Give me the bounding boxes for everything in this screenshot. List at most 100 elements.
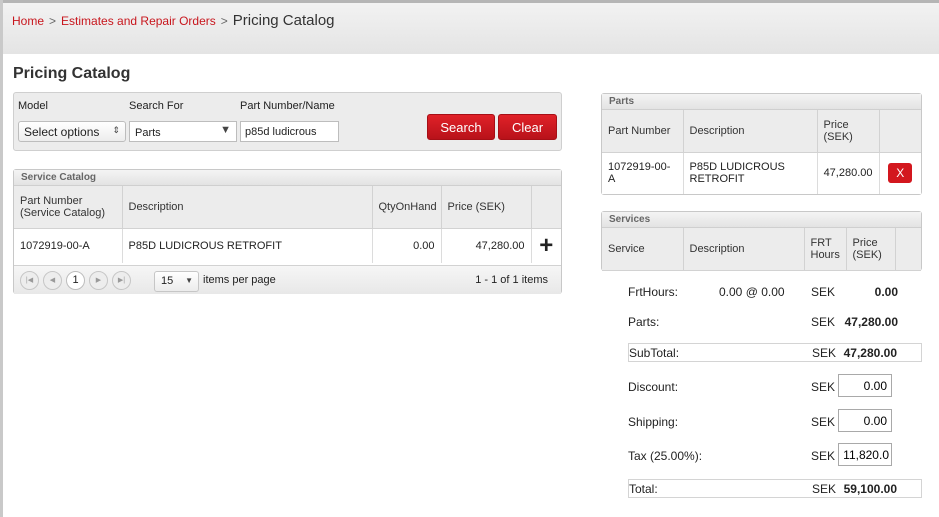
table-header-row: Service Description FRT Hours Price (SEK… (602, 228, 921, 271)
table-row[interactable]: 1072919-00-A P85D LUDICROUS RETROFIT 0.0… (14, 228, 561, 263)
currency-label: SEK (812, 482, 837, 496)
search-for-select[interactable]: Parts ▼ (129, 121, 237, 142)
subtotal-value: 47,280.00 (843, 346, 897, 360)
top-bar: Home > Estimates and Repair Orders > Pricing… (3, 0, 939, 54)
totals-discount-row: Discount: SEK (628, 374, 922, 397)
column-header-frt-hours[interactable]: FRT Hours (804, 228, 847, 271)
column-header-service[interactable]: Service (602, 228, 684, 271)
totals-shipping-row: Shipping: SEK (628, 409, 922, 432)
cell-action: X (879, 152, 921, 194)
frt-hours-value: 0.00 (874, 285, 898, 299)
cell-price: 47,280.00 (441, 228, 532, 263)
currency-label: SEK (811, 315, 836, 329)
column-header-price[interactable]: Price (SEK) (846, 228, 896, 271)
part-number-input[interactable] (240, 121, 339, 142)
tax-input[interactable] (838, 443, 892, 466)
parts-total-value: 47,280.00 (844, 315, 898, 329)
cell-description: P85D LUDICROUS RETROFIT (683, 152, 818, 194)
next-page-icon[interactable]: ▶ (89, 271, 108, 290)
cell-part-number: 1072919-00-A (14, 228, 123, 263)
search-button[interactable]: Search (427, 114, 495, 140)
breadcrumb-home-link[interactable]: Home (12, 14, 44, 28)
dropdown-arrow-icon: ▼ (185, 276, 193, 285)
service-catalog-table: Part Number (Service Catalog) Descriptio… (14, 186, 561, 263)
remove-part-button[interactable]: X (888, 163, 913, 184)
search-for-label: Search For (129, 100, 184, 112)
page-size-select[interactable]: 15 ▼ (154, 271, 199, 292)
plus-icon[interactable]: + (531, 228, 561, 263)
grid-title: Service Catalog (14, 170, 561, 186)
table-header-row: Part Number (Service Catalog) Descriptio… (14, 186, 561, 229)
breadcrumb: Home > Estimates and Repair Orders > Pricing… (12, 12, 335, 29)
totals-tax-row: Tax (25.00%): SEK (628, 443, 922, 466)
last-page-icon[interactable]: ▶| (112, 271, 131, 290)
currency-label: SEK (811, 449, 836, 463)
total-value: 59,100.00 (843, 482, 897, 496)
shipping-input[interactable] (838, 409, 892, 432)
table-header-row: Part Number Description Price (SEK) (602, 110, 921, 153)
column-header-action (879, 110, 921, 153)
model-label: Model (18, 100, 48, 112)
breadcrumb-separator: > (220, 14, 228, 28)
model-select-value: Select options (24, 125, 100, 139)
frt-hours-rate: 0.00 @ 0.00 (719, 285, 785, 299)
current-page-button[interactable]: 1 (66, 271, 85, 290)
page-title: Pricing Catalog (13, 65, 131, 82)
breadcrumb-separator: > (49, 14, 57, 28)
clear-button[interactable]: Clear (498, 114, 557, 140)
column-header-part-number[interactable]: Part Number (602, 110, 684, 153)
totals-parts-row: Parts: SEK 47,280.00 (628, 313, 922, 332)
page-size-value: 15 (161, 275, 174, 287)
pager-summary: 1 - 1 of 1 items (475, 274, 548, 286)
discount-input[interactable] (838, 374, 892, 397)
service-catalog-grid: Service Catalog Part Number (Service Cat… (13, 169, 562, 294)
subtotal-label: SubTotal: (629, 346, 680, 360)
model-select[interactable]: Select options ⇕ (18, 121, 126, 142)
totals-total-row: Total: SEK 59,100.00 (628, 479, 922, 498)
currency-label: SEK (811, 285, 836, 299)
services-table: Service Description FRT Hours Price (SEK… (602, 228, 921, 271)
column-header-price[interactable]: Price (SEK) (441, 186, 532, 229)
left-border (0, 0, 3, 517)
shipping-label: Shipping: (628, 415, 679, 429)
total-label: Total: (629, 482, 658, 496)
column-header-description[interactable]: Description (683, 228, 805, 271)
totals-frt-row: FrtHours: 0.00 @ 0.00 SEK 0.00 (628, 283, 922, 302)
column-header-qty[interactable]: QtyOnHand (372, 186, 442, 229)
tax-label: Tax (25.00%): (628, 449, 703, 463)
cell-description: P85D LUDICROUS RETROFIT (122, 228, 373, 263)
column-header-action (895, 228, 921, 271)
column-header-description[interactable]: Description (122, 186, 373, 229)
search-for-value: Parts (135, 127, 161, 139)
breadcrumb-estimates-link[interactable]: Estimates and Repair Orders (61, 14, 216, 28)
part-number-label: Part Number/Name (240, 100, 335, 112)
services-grid: Services Service Description FRT Hours P… (601, 211, 922, 271)
dropdown-arrow-icon: ▼ (220, 124, 231, 136)
column-header-part-number[interactable]: Part Number (Service Catalog) (14, 186, 123, 229)
search-panel: Model Select options ⇕ Search For Parts … (13, 92, 562, 151)
items-per-page-label: items per page (203, 274, 276, 286)
grid-title: Parts (602, 94, 921, 110)
parts-total-label: Parts: (628, 315, 660, 329)
cell-price: 47,280.00 (817, 152, 880, 194)
updown-arrow-icon: ⇕ (112, 125, 120, 135)
column-header-price[interactable]: Price (SEK) (817, 110, 880, 153)
cell-part-number: 1072919-00-A (602, 152, 684, 194)
grid-title: Services (602, 212, 921, 228)
currency-label: SEK (811, 415, 836, 429)
cell-qty: 0.00 (372, 228, 442, 263)
column-header-action (531, 186, 561, 229)
pager: |◀ ◀ 1 ▶ ▶| 15 ▼ items per page 1 - 1 of… (14, 265, 561, 294)
totals-subtotal-row: SubTotal: SEK 47,280.00 (628, 343, 922, 362)
table-row[interactable]: 1072919-00-A P85D LUDICROUS RETROFIT 47,… (602, 152, 921, 194)
parts-grid: Parts Part Number Description Price (SEK… (601, 93, 922, 195)
prev-page-icon[interactable]: ◀ (43, 271, 62, 290)
parts-table: Part Number Description Price (SEK) 1072… (602, 110, 921, 194)
currency-label: SEK (812, 346, 837, 360)
breadcrumb-current: Pricing Catalog (232, 12, 335, 29)
column-header-description[interactable]: Description (683, 110, 818, 153)
frt-hours-label: FrtHours: (628, 285, 679, 299)
currency-label: SEK (811, 380, 836, 394)
first-page-icon[interactable]: |◀ (20, 271, 39, 290)
discount-label: Discount: (628, 380, 679, 394)
